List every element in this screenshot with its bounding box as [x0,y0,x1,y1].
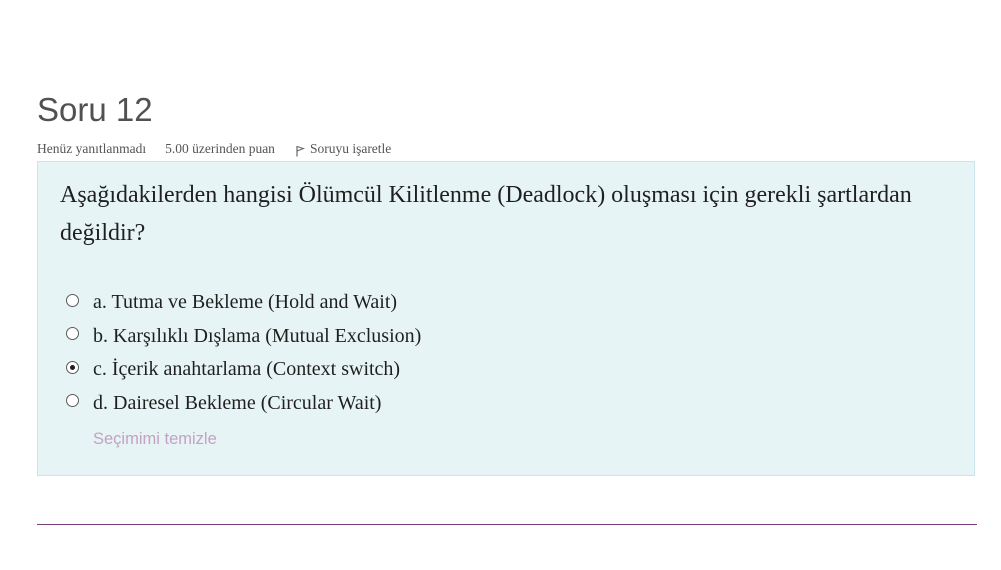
answer-label: c. İçerik anahtarlama (Context switch) [93,358,401,381]
answer-radio[interactable] [66,394,79,408]
answer-radio[interactable] [66,293,79,307]
flag-question-link[interactable]: Soruyu işaretle [295,141,391,157]
answer-radio[interactable] [66,360,79,374]
flag-icon [296,145,305,156]
answer-radio[interactable] [66,327,79,341]
answer-option-a[interactable]: a. Tutma ve Bekleme (Hold and Wait) [66,286,421,320]
clear-choice-link[interactable]: Seçimimi temizle [93,430,217,449]
question-grade: 5.00 üzerinden puan [165,141,275,156]
answer-label: a. Tutma ve Bekleme (Hold and Wait) [93,291,398,314]
divider [37,524,977,525]
answer-label: b. Karşılıklı Dışlama (Mutual Exclusion) [93,324,422,347]
answer-option-c[interactable]: c. İçerik anahtarlama (Context switch) [66,353,421,387]
question-title: Soru 12 [37,91,153,128]
question-info: Henüz yanıtlanmadı 5.00 üzerinden puan S… [37,140,391,158]
question-formulation: Aşağıdakilerden hangisi Ölümcül Kilitlen… [37,161,975,476]
question-state: Henüz yanıtlanmadı [37,141,147,156]
answer-label: d. Dairesel Bekleme (Circular Wait) [93,391,382,414]
question-text: Aşağıdakilerden hangisi Ölümcül Kilitlen… [60,182,912,246]
answer-option-b[interactable]: b. Karşılıklı Dışlama (Mutual Exclusion) [66,320,421,354]
flag-question-label: Soruyu işaretle [309,141,392,156]
answer-option-d[interactable]: d. Dairesel Bekleme (Circular Wait) [66,387,421,421]
answer-list: a. Tutma ve Bekleme (Hold and Wait) b. K… [66,286,421,420]
